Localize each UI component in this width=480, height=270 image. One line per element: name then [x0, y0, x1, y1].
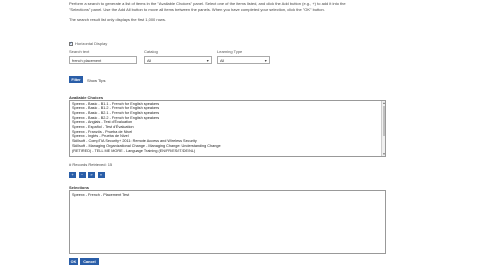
remove-all-button[interactable]: «	[97, 172, 105, 178]
learning-type-select[interactable]: All ▼	[217, 56, 270, 64]
catalog-select[interactable]: All ▼	[144, 56, 212, 64]
show-tips-link[interactable]: Show Tips	[87, 78, 105, 83]
chevron-down-icon: ▼	[206, 58, 210, 63]
selection-controls: + − » «	[69, 172, 105, 178]
filter-button[interactable]: Filter	[69, 76, 83, 83]
search-text-label: Search text	[69, 49, 90, 54]
selections-list[interactable]: Speexx - French - Placement Test	[69, 190, 386, 254]
records-retrieved-count: 15	[107, 162, 113, 167]
chevron-down-icon: ▼	[264, 58, 268, 63]
ok-button[interactable]: OK	[69, 258, 78, 265]
remove-button[interactable]: −	[78, 172, 86, 178]
records-retrieved-label: # Records Retrieved:	[69, 162, 107, 167]
available-choices-list[interactable]: Speexx - Basic - B1.1 - French for Engli…	[69, 100, 386, 157]
search-text-input[interactable]: french placement	[69, 56, 137, 64]
scroll-down-icon[interactable]: ▼	[382, 152, 386, 156]
horizontal-display-label: Horizontal Display	[75, 41, 108, 46]
horizontal-display-toggle[interactable]: ✓ Horizontal Display	[69, 41, 107, 46]
instructions-line-2: "Selections" panel. Use the Add All butt…	[69, 6, 325, 12]
instructions: Perform a search to generate a list of i…	[69, 1, 409, 12]
list-item[interactable]: Speexx - French - Placement Test	[70, 191, 385, 198]
add-all-button[interactable]: »	[88, 172, 95, 178]
catalog-label: Catalog	[144, 49, 158, 54]
scroll-up-icon[interactable]: ▲	[382, 101, 386, 105]
horizontal-display-checkbox[interactable]: ✓	[69, 41, 73, 46]
list-item[interactable]: (RETIRED) - TELL ME MORE - Language Trai…	[72, 149, 383, 154]
search-limit-note: The search result list only displays the…	[69, 17, 166, 22]
cancel-button[interactable]: Cancel	[80, 258, 99, 265]
catalog-select-value: All	[147, 58, 152, 63]
records-retrieved: # Records Retrieved: 15	[69, 162, 112, 167]
learning-type-label: Learning Type	[217, 49, 243, 54]
learning-type-select-value: All	[220, 58, 225, 63]
list-scrollbar[interactable]: ▲ ▼	[381, 101, 385, 156]
scroll-thumb[interactable]	[382, 106, 385, 136]
add-button[interactable]: +	[69, 172, 76, 178]
